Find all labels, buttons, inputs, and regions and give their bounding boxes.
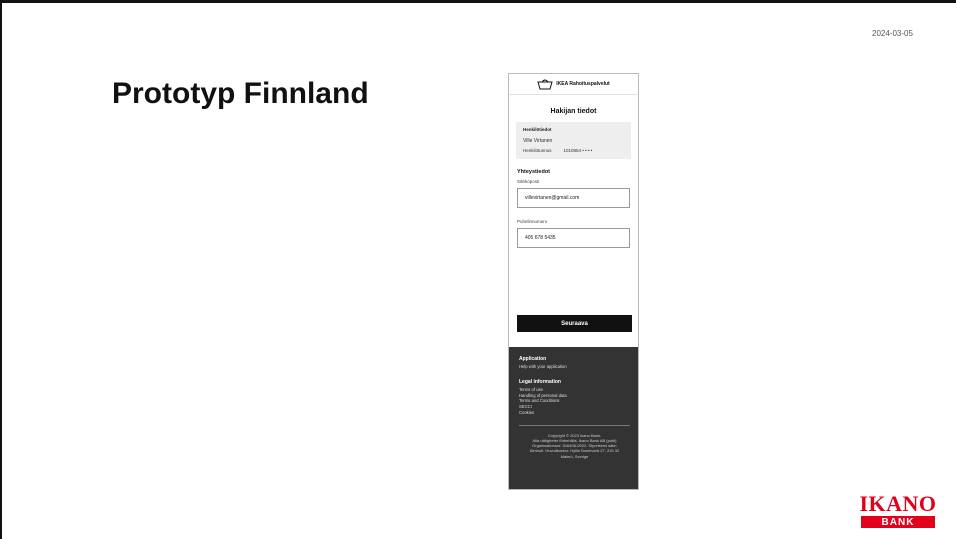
copyright-line: Malmö, Sverige — [560, 453, 589, 459]
personal-info-heading: Henkilötiedot — [523, 127, 552, 132]
phone-label: Puhelinnumero — [517, 219, 548, 224]
legal-heading: Legal information — [519, 378, 561, 385]
legal-link-cookies[interactable]: Cookies — [519, 410, 630, 416]
application-heading: Application — [519, 356, 547, 362]
email-field[interactable]: villevirtanen@gmail.com — [517, 188, 630, 208]
personal-id-value: 1010854 • • • • — [563, 148, 593, 153]
contact-heading: Yhteystiedot — [517, 169, 551, 175]
slide: 2024-03-05 Prototyp Finnland IKEA Rahoit… — [0, 0, 956, 539]
email-label: Sähköposti — [517, 179, 540, 184]
phone-header: IKEA Rahoituspalvelut — [509, 74, 638, 95]
personal-info-card: Henkilötiedot Ville Virtanen Henkilötunn… — [516, 122, 631, 159]
phone-footer: Application Help with your application L… — [509, 347, 638, 489]
footer-divider — [519, 424, 630, 426]
slide-title: Prototyp Finnland — [112, 77, 369, 110]
page-title: Hakijan tiedot — [550, 108, 597, 115]
basket-icon — [537, 79, 553, 90]
personal-id-row: Henkilötunnus 1010854 • • • • — [523, 148, 624, 153]
personal-id-label: Henkilötunnus — [523, 148, 552, 153]
ikano-bank-logo: IKANO BANK — [858, 493, 938, 528]
phone-mockup: IKEA Rahoituspalvelut Hakijan tiedot Hen… — [508, 73, 639, 490]
applicant-name: Ville Virtanen — [523, 138, 553, 144]
application-help-link[interactable]: Help with your application — [519, 364, 630, 370]
next-button[interactable]: Seuraava — [517, 315, 632, 332]
logo-bank-bar: BANK — [861, 516, 935, 528]
brand-label: IKEA Rahoituspalvelut — [556, 81, 610, 87]
phone-field[interactable]: 405 678 5435 — [517, 228, 630, 248]
copyright-line: Älmhult. Huvudkontor: Hyllie Boulevard 2… — [529, 448, 620, 454]
copyright-text: Copyright © 2023 Ikano Bank. Alla rättig… — [519, 433, 630, 459]
slide-date: 2024-03-05 — [872, 29, 913, 38]
logo-wordmark: IKANO — [859, 491, 937, 516]
